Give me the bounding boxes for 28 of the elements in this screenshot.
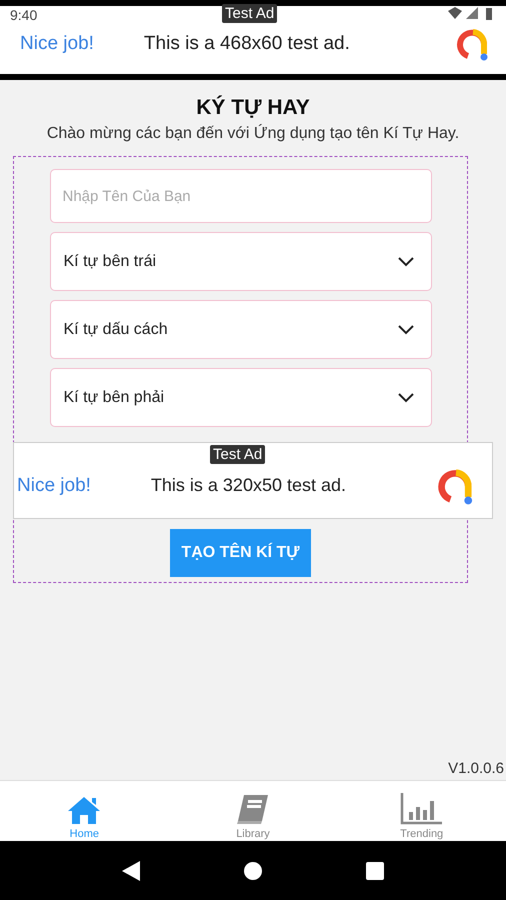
welcome-text: Chào mừng các bạn đến với Ứng dụng tạo tên Kí Tự Hay. xyxy=(46,125,460,143)
version-label: V1.0.0.6 xyxy=(448,760,504,777)
ad-text: This is a 320x50 test ad. xyxy=(150,475,348,496)
back-icon[interactable] xyxy=(122,860,140,880)
ad-text: This is a 468x60 test ad. xyxy=(142,33,351,55)
chevron-down-icon xyxy=(396,324,414,336)
dropdown[interactable]: Kí tự dấu cách xyxy=(50,300,432,359)
chevron-down-icon xyxy=(396,392,414,404)
home-icon xyxy=(67,795,102,825)
app-title: KÝ TỰ HAY xyxy=(196,96,310,120)
ad-badge: Test Ad xyxy=(222,4,278,23)
home-button-icon[interactable] xyxy=(244,862,262,880)
ad-headline[interactable]: Nice job! xyxy=(17,474,91,496)
ad-badge: Test Ad xyxy=(210,445,266,464)
ad-logo-icon xyxy=(456,26,490,62)
status-time: 9:40 xyxy=(10,7,38,23)
nav-tab[interactable]: Library xyxy=(168,781,338,841)
ad-headline[interactable]: Nice job! xyxy=(20,33,94,55)
name-input-field[interactable]: Nhập Tên Của Bạn xyxy=(50,169,432,223)
bar-chart-icon xyxy=(400,793,444,825)
chevron-down-icon xyxy=(396,256,414,268)
book-icon xyxy=(235,793,271,825)
dropdown[interactable]: Kí tự bên phải xyxy=(50,368,432,427)
recents-icon[interactable] xyxy=(366,862,384,880)
nav-tab[interactable]: Trending xyxy=(337,781,506,841)
nav-tab[interactable]: Home xyxy=(0,781,169,841)
dropdown[interactable]: Kí tự bên trái xyxy=(50,232,432,291)
create-name-button[interactable]: TẠO TÊN KÍ TỰ xyxy=(170,529,311,577)
